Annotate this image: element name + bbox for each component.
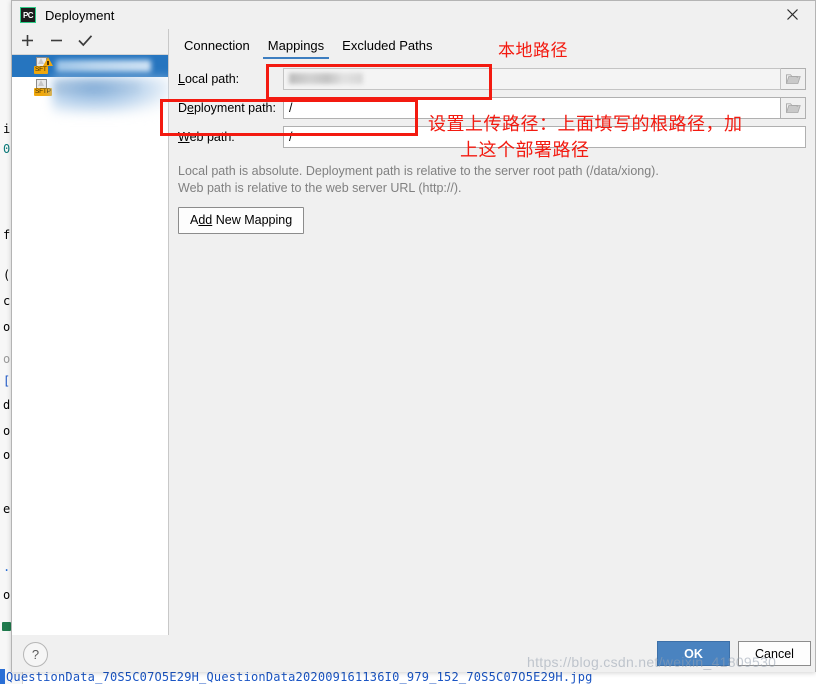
deployment-dialog: PC Deployment SFT SFTP Connection Mappin… bbox=[11, 0, 816, 672]
deployment-path-row: Deployment path: / bbox=[169, 93, 815, 122]
server-list-pane: SFT SFTP bbox=[12, 29, 172, 635]
tab-bar: Connection Mappings Excluded Paths bbox=[169, 29, 815, 59]
tab-excluded-paths[interactable]: Excluded Paths bbox=[333, 34, 441, 59]
local-path-browse-button[interactable] bbox=[781, 67, 806, 90]
dialog-titlebar: PC Deployment bbox=[12, 1, 815, 29]
server-item-label bbox=[56, 82, 140, 94]
editor-char: o bbox=[3, 352, 11, 366]
hint-line-1: Local path is absolute. Deployment path … bbox=[178, 164, 659, 178]
mappings-form: Local path: Deployment path: / Web path:… bbox=[169, 59, 815, 234]
folder-icon bbox=[785, 102, 801, 114]
mappings-hint: Local path is absolute. Deployment path … bbox=[169, 151, 815, 197]
cancel-button[interactable]: Cancel bbox=[738, 641, 811, 666]
server-item-label bbox=[56, 60, 151, 72]
editor-char: . bbox=[3, 560, 11, 574]
editor-char: i bbox=[3, 122, 11, 136]
editor-char: [ bbox=[3, 374, 11, 388]
close-icon bbox=[786, 8, 799, 21]
local-path-value-redacted bbox=[289, 73, 363, 84]
ok-button[interactable]: OK bbox=[657, 641, 730, 666]
server-item-selected[interactable]: SFT bbox=[12, 55, 168, 77]
hint-line-2: Web path is relative to the web server U… bbox=[178, 181, 462, 195]
deployment-path-browse-button[interactable] bbox=[781, 96, 806, 119]
remove-server-button[interactable] bbox=[47, 33, 65, 51]
editor-bottom-line: QuestionData_70S5C07O5E29H_QuestionData2… bbox=[6, 670, 593, 684]
editor-char: e bbox=[3, 502, 11, 516]
mappings-pane: Connection Mappings Excluded Paths Local… bbox=[169, 29, 815, 635]
editor-char: ( bbox=[3, 268, 11, 282]
check-icon bbox=[77, 34, 93, 50]
editor-char: c bbox=[3, 294, 11, 308]
deployment-path-input[interactable]: / bbox=[283, 96, 781, 119]
close-button[interactable] bbox=[770, 1, 815, 28]
folder-icon bbox=[785, 73, 801, 85]
local-path-input[interactable] bbox=[283, 67, 781, 90]
dialog-title: Deployment bbox=[45, 7, 115, 23]
set-default-server-button[interactable] bbox=[76, 33, 94, 51]
local-path-row: Local path: bbox=[169, 64, 815, 93]
editor-char: d bbox=[3, 398, 11, 412]
editor-char: f bbox=[3, 228, 11, 242]
server-list-toolbar bbox=[12, 29, 168, 55]
tab-connection[interactable]: Connection bbox=[175, 34, 259, 59]
deployment-path-label: Deployment path: bbox=[178, 100, 276, 115]
add-new-mapping-button[interactable]: Add New Mapping bbox=[178, 207, 305, 234]
add-server-button[interactable] bbox=[18, 33, 36, 51]
minus-icon bbox=[50, 34, 63, 50]
web-path-input[interactable]: / bbox=[283, 125, 806, 148]
sftp-server-warning-icon: SFT bbox=[34, 57, 53, 75]
editor-char: o bbox=[3, 588, 11, 602]
editor-line-marker bbox=[0, 669, 5, 684]
editor-char: o bbox=[3, 320, 11, 334]
sftp-server-icon: SFTP bbox=[34, 79, 52, 97]
local-path-label: Local path: bbox=[178, 71, 240, 86]
dialog-body: SFT SFTP Connection Mappings Excluded Pa… bbox=[12, 29, 815, 635]
plus-icon bbox=[21, 34, 34, 50]
editor-status-icon bbox=[2, 622, 11, 631]
dialog-footer: ? OK Cancel bbox=[12, 635, 815, 672]
server-item[interactable]: SFTP bbox=[12, 77, 168, 99]
tab-mappings[interactable]: Mappings bbox=[259, 34, 333, 59]
question-mark-icon: ? bbox=[31, 647, 40, 662]
server-list[interactable]: SFT SFTP bbox=[12, 55, 172, 115]
editor-char: o bbox=[3, 448, 11, 462]
web-path-label: Web path: bbox=[178, 129, 235, 144]
editor-char: o bbox=[3, 424, 11, 438]
editor-char: 0 bbox=[3, 142, 11, 156]
pycharm-icon: PC bbox=[20, 7, 36, 23]
web-path-row: Web path: / bbox=[169, 122, 815, 151]
help-button[interactable]: ? bbox=[23, 642, 48, 667]
add-new-mapping-wrap: Add New Mapping bbox=[169, 197, 815, 234]
